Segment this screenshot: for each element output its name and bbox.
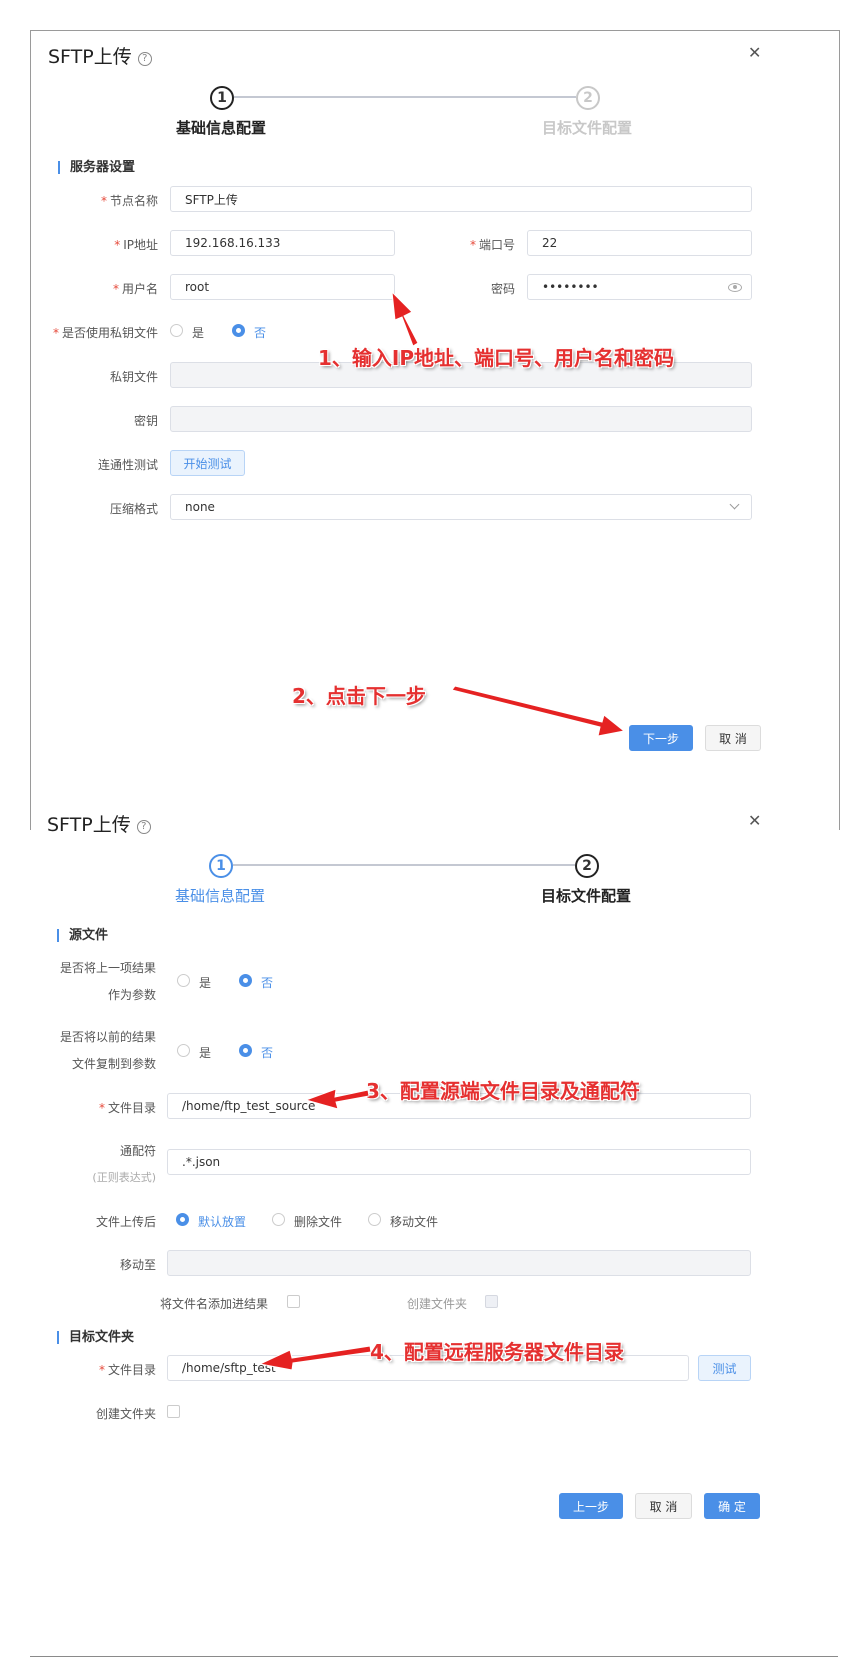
arrow-to-username: [391, 290, 419, 347]
annotation-arrows: [258, 290, 626, 1371]
arrow-to-next: [451, 685, 626, 737]
arrow-to-source-dir: [304, 1088, 370, 1110]
arrow-to-target-dir: [258, 1345, 372, 1371]
